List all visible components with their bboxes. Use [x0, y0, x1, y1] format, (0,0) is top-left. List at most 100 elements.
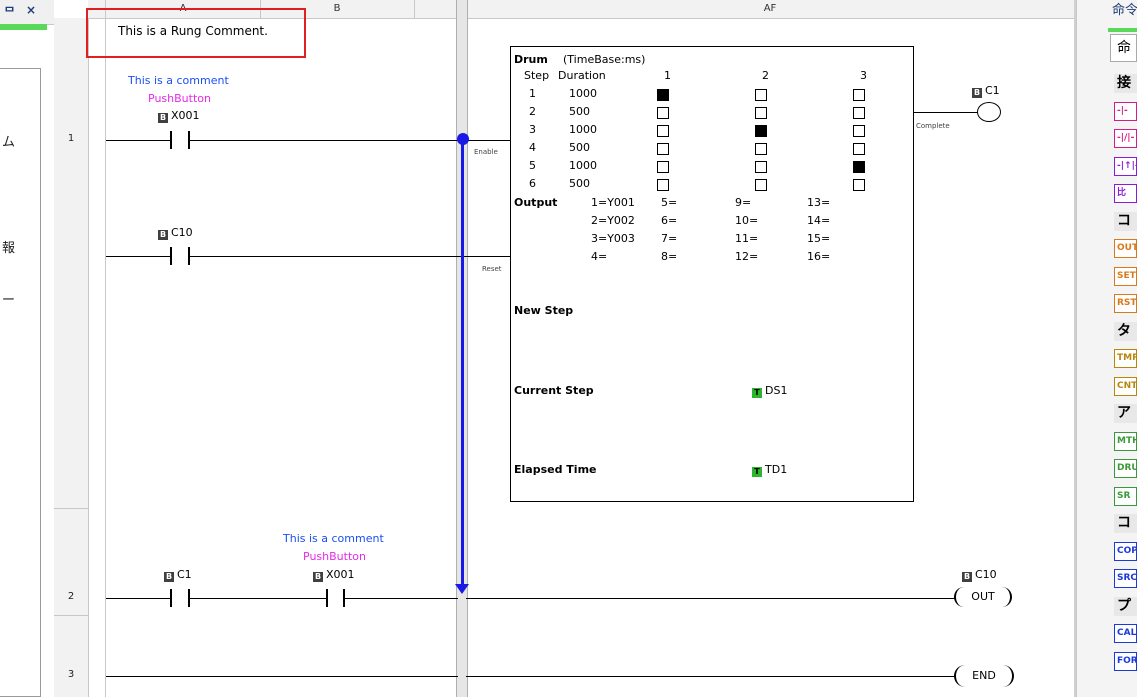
tree-item[interactable]: 報 [2, 237, 15, 256]
end-coil[interactable]: END [954, 665, 1014, 687]
output-label: Output [514, 196, 558, 209]
instruction-tab[interactable]: 命 [1110, 34, 1137, 62]
current-step-addr[interactable]: T DS1 [752, 384, 787, 398]
instruction-item[interactable]: OUT [1114, 239, 1137, 258]
drum-step-number: 3 [529, 123, 536, 136]
contact-x001[interactable]: B X001 [313, 568, 355, 582]
contact-bar [170, 589, 172, 607]
bit-icon: B [158, 113, 168, 123]
instruction-item[interactable]: RST [1114, 294, 1137, 313]
instruction-category[interactable]: 接 [1114, 74, 1137, 93]
drum-step-cell[interactable] [755, 89, 767, 101]
tree-item[interactable]: ー [2, 289, 15, 308]
drum-output-entry: 15= [807, 232, 831, 245]
instruction-item[interactable]: -|/|- [1114, 129, 1137, 148]
drum-step-cell[interactable] [853, 89, 865, 101]
instruction-item[interactable]: MTH [1114, 431, 1137, 451]
drum-step-cell[interactable] [657, 161, 669, 173]
rung-comment[interactable]: This is a Rung Comment. [118, 24, 268, 38]
contact-address: C1 [177, 568, 192, 581]
drum-step-cell[interactable] [657, 89, 669, 101]
drum-step-cell[interactable] [853, 161, 865, 173]
rung-divider [54, 615, 88, 616]
instruction-category[interactable]: ア [1114, 404, 1137, 423]
contact-x001[interactable]: B X001 [158, 109, 200, 123]
contact-c10[interactable]: B C10 [158, 226, 193, 240]
tree-item[interactable]: ム [2, 131, 15, 150]
drum-output-entry: 9= [735, 196, 752, 209]
drum-timebase: (TimeBase:ms) [563, 53, 646, 66]
drum-step-cell[interactable] [657, 143, 669, 155]
drum-instruction-box[interactable]: Drum (TimeBase:ms) Step Duration 1 2 3 1… [510, 46, 914, 502]
accent-bar [1108, 28, 1137, 32]
arrow-down-icon [455, 584, 469, 594]
instruction-panel-title: 命令 [1112, 3, 1137, 18]
contact-address: C10 [171, 226, 193, 239]
instruction-category[interactable]: タ [1114, 321, 1137, 341]
left-panel: ᄆ × ム 報 ー [0, 0, 55, 697]
drum-step-cell[interactable] [853, 107, 865, 119]
drum-step-duration: 1000 [569, 159, 597, 172]
wire [190, 140, 462, 141]
drum-step-cell[interactable] [853, 143, 865, 155]
rung-number: 2 [67, 591, 75, 602]
drum-step-cell[interactable] [755, 179, 767, 191]
instruction-category[interactable]: プ [1114, 596, 1137, 616]
contact-nickname: PushButton [148, 92, 211, 105]
instruction-item[interactable]: DRUM [1114, 459, 1137, 478]
drum-step-cell[interactable] [657, 125, 669, 137]
instruction-item[interactable]: -|- [1114, 101, 1137, 121]
out-coil[interactable]: OUT [954, 587, 1012, 607]
coil-address: B C10 [962, 568, 997, 582]
instruction-item[interactable]: SRCH [1114, 569, 1137, 588]
contact-address: X001 [326, 568, 355, 581]
instruction-item[interactable]: -|↑|- [1114, 156, 1137, 176]
bit-icon: B [164, 572, 174, 582]
col-header-af[interactable]: AF [466, 0, 1074, 19]
instruction-item[interactable]: SR [1114, 486, 1137, 506]
drum-step-duration: 500 [569, 105, 590, 118]
instruction-item[interactable]: COPY [1114, 541, 1137, 561]
wire [466, 676, 956, 677]
complete-label: Complete [916, 122, 950, 130]
coil-c1[interactable] [977, 102, 1001, 122]
connection-line[interactable] [461, 140, 464, 586]
drum-step-cell[interactable] [657, 107, 669, 119]
drum-step-cell[interactable] [755, 143, 767, 155]
elapsed-time-addr[interactable]: T TD1 [752, 463, 787, 477]
drum-step-cell[interactable] [853, 125, 865, 137]
instruction-item[interactable]: FOR [1114, 651, 1137, 671]
drum-step-cell[interactable] [657, 179, 669, 191]
drum-step-cell[interactable] [755, 161, 767, 173]
drum-output-entry: 1=Y001 [591, 196, 635, 209]
drum-output-entry: 2=Y002 [591, 214, 635, 227]
instruction-category[interactable]: コ [1114, 211, 1137, 231]
instruction-item[interactable]: TMR [1114, 349, 1137, 368]
drum-output-entry: 8= [661, 250, 678, 263]
contact-address: X001 [171, 109, 200, 122]
instruction-item[interactable]: 比 [1114, 184, 1137, 203]
drum-step-cell[interactable] [755, 125, 767, 137]
drum-output-entry: 10= [735, 214, 759, 227]
wire [463, 140, 510, 141]
wire [345, 598, 458, 599]
elapsed-time-label: Elapsed Time [514, 463, 597, 476]
contact-bar [170, 131, 172, 149]
reset-label: Reset [482, 265, 502, 273]
instruction-item[interactable]: SET [1114, 266, 1137, 286]
instruction-item[interactable]: CNT [1114, 376, 1137, 396]
bit-icon: B [313, 572, 323, 582]
contact-c1[interactable]: B C1 [164, 568, 192, 582]
drum-step-cell[interactable] [853, 179, 865, 191]
close-icon[interactable]: × [26, 3, 36, 17]
instruction-category[interactable]: コ [1114, 514, 1137, 533]
bit-icon: B [972, 88, 982, 98]
contact-bar [326, 589, 328, 607]
drum-col-header: 2 [762, 69, 769, 82]
rung-number: 3 [67, 669, 75, 680]
instruction-item[interactable]: CALL [1114, 624, 1137, 643]
drum-output-entry: 3=Y003 [591, 232, 635, 245]
left-panel-tree[interactable]: ム 報 ー [0, 68, 41, 697]
pin-icon[interactable]: ᄆ [4, 3, 15, 20]
drum-step-cell[interactable] [755, 107, 767, 119]
